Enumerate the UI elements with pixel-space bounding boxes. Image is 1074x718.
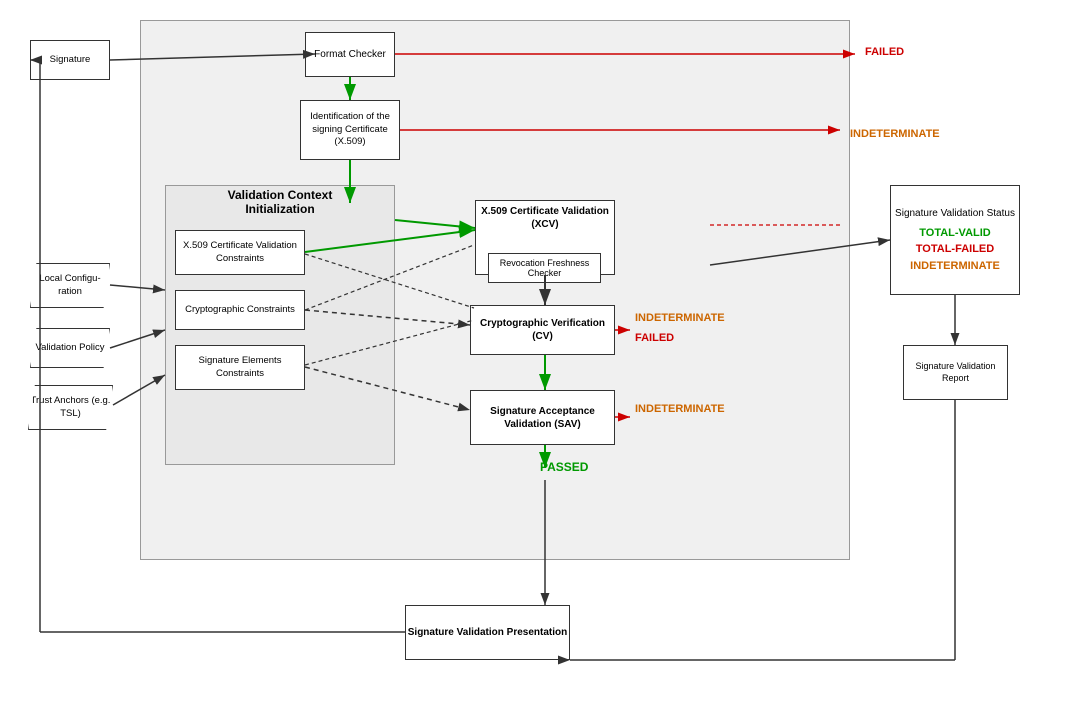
sav-label: Signature Acceptance Validation (SAV) xyxy=(471,405,614,431)
failed-label-1: FAILED xyxy=(865,46,904,58)
passed-label: PASSED xyxy=(540,460,588,474)
diagram-container: Signature Format Checker Identification … xyxy=(10,10,1064,698)
crypto-constraints-label: Cryptographic Constraints xyxy=(185,304,295,316)
identification-label: Identification of the signing Certificat… xyxy=(301,111,399,148)
validation-context-title: Validation Context Initialization xyxy=(210,188,350,216)
sig-validation-report-box: Signature Validation Report xyxy=(903,345,1008,400)
sig-elements-constraints-box: Signature Elements Constraints xyxy=(175,345,305,390)
local-config-box: Local Configu- ration xyxy=(30,263,110,308)
validation-policy-box: Validation Policy xyxy=(30,328,110,368)
cv-label: Cryptographic Verification (CV) xyxy=(471,317,614,343)
xcv-title: X.509 Certificate Validation (XCV) xyxy=(476,201,614,235)
sig-validation-status-box: Signature Validation Status TOTAL-VALID … xyxy=(890,185,1020,295)
sav-box: Signature Acceptance Validation (SAV) xyxy=(470,390,615,445)
xcert-constraints-label: X.509 Certificate Validation Constraints xyxy=(176,240,304,265)
validation-policy-label: Validation Policy xyxy=(35,342,104,354)
indeterminate-label-3: INDETERMINATE xyxy=(635,403,725,415)
sig-elements-constraints-label: Signature Elements Constraints xyxy=(176,355,304,380)
revocation-box: Revocation Freshness Checker xyxy=(488,253,601,283)
failed-label-2: FAILED xyxy=(635,332,674,344)
sig-validation-status-title: Signature Validation Status xyxy=(895,206,1015,221)
signature-label: Signature xyxy=(50,54,91,66)
total-failed-label: TOTAL-FAILED xyxy=(916,241,994,258)
sig-validation-presentation-box: Signature Validation Presentation xyxy=(405,605,570,660)
format-checker-box: Format Checker xyxy=(305,32,395,77)
sig-validation-presentation-label: Signature Validation Presentation xyxy=(408,626,567,639)
indeterminate-label-2: INDETERMINATE xyxy=(635,312,725,324)
indeterminate-status-label: INDETERMINATE xyxy=(910,258,1000,275)
identification-box: Identification of the signing Certificat… xyxy=(300,100,400,160)
crypto-constraints-box: Cryptographic Constraints xyxy=(175,290,305,330)
indeterminate-label-1: INDETERMINATE xyxy=(850,128,940,140)
signature-box: Signature xyxy=(30,40,110,80)
local-config-label: Local Configu- ration xyxy=(31,273,109,298)
cv-box: Cryptographic Verification (CV) xyxy=(470,305,615,355)
trust-anchors-label: Trust Anchors (e.g. TSL) xyxy=(29,395,112,420)
xcert-validation-constraints-box: X.509 Certificate Validation Constraints xyxy=(175,230,305,275)
sig-validation-report-label: Signature Validation Report xyxy=(904,361,1007,384)
revocation-label: Revocation Freshness Checker xyxy=(489,258,600,278)
total-valid-label: TOTAL-VALID xyxy=(919,225,991,242)
trust-anchors-box: Trust Anchors (e.g. TSL) xyxy=(28,385,113,430)
format-checker-label: Format Checker xyxy=(314,49,386,60)
